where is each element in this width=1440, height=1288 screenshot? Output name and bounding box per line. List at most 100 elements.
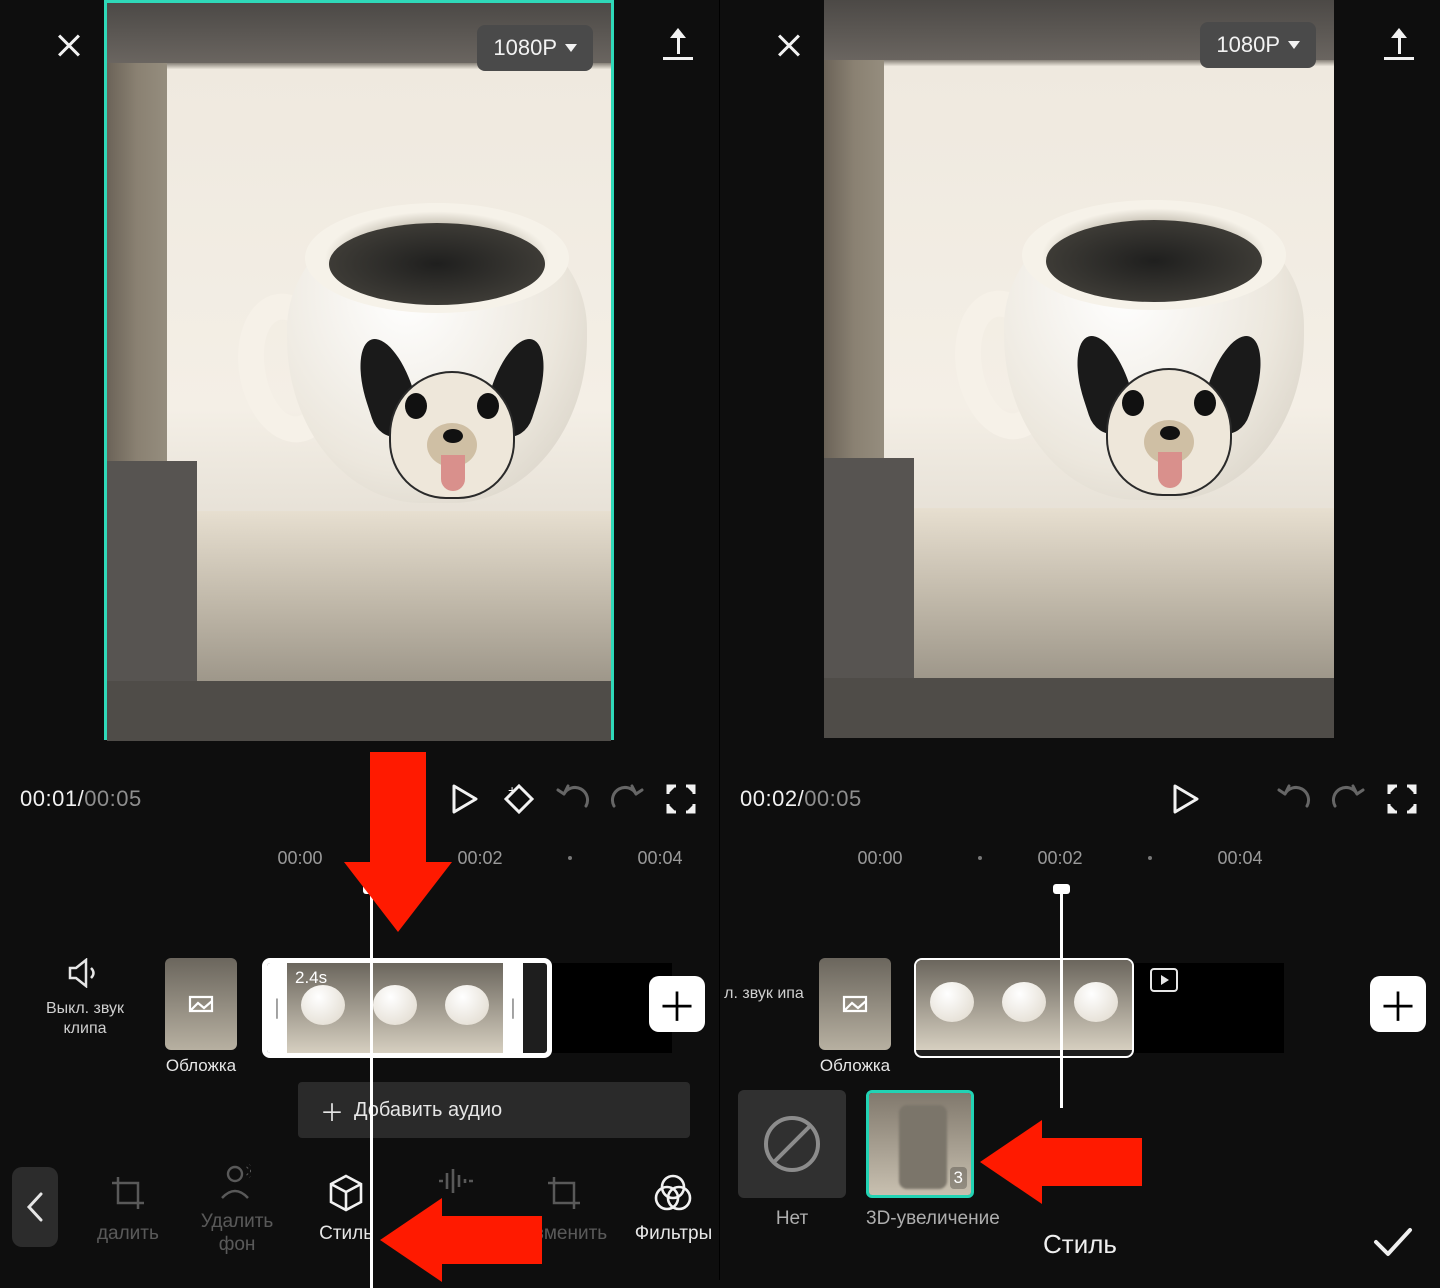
mute-label: Выкл. звук клипа [30, 999, 140, 1039]
transport-bar: 00:02/00:05 [720, 764, 1440, 834]
time-current: 00:02 [740, 786, 798, 812]
transition-button[interactable] [1150, 968, 1178, 992]
clip-strip[interactable] [914, 958, 1134, 1058]
clip-right-handle[interactable]: 丨 [503, 963, 523, 1053]
cover-thumb [819, 958, 891, 1050]
check-icon [1372, 1226, 1414, 1258]
person-sparkle-icon [191, 1157, 282, 1205]
tool-label: далить [82, 1223, 173, 1246]
tool-filters[interactable]: Фильтры [628, 1169, 719, 1246]
resolution-dropdown[interactable]: 1080P [477, 25, 593, 71]
preview-canvas: 1080P [107, 3, 611, 741]
video-preview[interactable]: 1080P [824, 0, 1334, 740]
timecode: 00:01/00:05 [20, 786, 142, 812]
panel-title: Стиль [1043, 1229, 1117, 1260]
resolution-label: 1080P [493, 35, 557, 61]
cover-thumb [165, 958, 237, 1050]
cup-illustration [944, 170, 1304, 530]
play-button[interactable] [1168, 781, 1204, 817]
annotation-arrow-left [980, 1120, 1142, 1204]
play-button[interactable] [447, 781, 483, 817]
svg-text:+: + [508, 782, 516, 798]
clip-toolbar: далить Удалить фон Стиль Измен. звук Изм… [0, 1134, 719, 1280]
preview-canvas: 1080P [824, 0, 1334, 738]
ban-icon [761, 1113, 823, 1175]
cover-button[interactable]: Обложка [806, 958, 904, 1076]
chevron-left-icon [25, 1192, 45, 1222]
clip-thumbs [916, 960, 1132, 1056]
resolution-label: 1080P [1216, 32, 1280, 58]
tool-label: Фильтры [628, 1223, 719, 1246]
tool-label: Удалить фон [191, 1211, 282, 1257]
redo-button[interactable] [1330, 781, 1366, 817]
time-duration: 00:05 [84, 786, 142, 812]
ruler-dot [568, 856, 572, 860]
timeline[interactable]: л. звук ипа Обложка ＋ [720, 948, 1440, 1088]
time-duration: 00:05 [804, 786, 862, 812]
close-button[interactable] [26, 0, 86, 90]
playhead[interactable] [370, 894, 373, 1288]
tool-label: Стиль [301, 1223, 392, 1246]
cover-label: Обложка [152, 1056, 250, 1076]
speaker-icon [68, 958, 102, 993]
cover-label: Обложка [806, 1056, 904, 1076]
redo-button[interactable] [609, 781, 645, 817]
cover-button[interactable]: Обложка [152, 958, 250, 1076]
transport-bar: 00:01/00:05 + [0, 764, 719, 834]
annotation-arrow-left [380, 1198, 542, 1282]
clip-left-handle[interactable]: 丨 [267, 963, 287, 1053]
tool-remove-bg[interactable]: Удалить фон [191, 1157, 282, 1257]
top-right-controls [663, 30, 693, 60]
add-audio-label: Добавить аудио [354, 1099, 502, 1122]
tool-delete[interactable]: далить [82, 1169, 173, 1246]
export-icon[interactable] [663, 30, 693, 60]
export-icon[interactable] [1384, 30, 1414, 60]
timecode: 00:02/00:05 [740, 786, 862, 812]
fullscreen-button[interactable] [663, 781, 699, 817]
clip-strip-selected[interactable]: 丨 丨 2.4s [262, 958, 552, 1058]
ruler-tick: 00:04 [637, 848, 682, 869]
add-clip-button[interactable]: ＋ [649, 976, 705, 1032]
fullscreen-button[interactable] [1384, 781, 1420, 817]
ruler-dot [1148, 856, 1152, 860]
tool-style[interactable]: Стиль [301, 1169, 392, 1246]
top-right-controls [1384, 30, 1414, 60]
add-audio-button[interactable]: ＋ Добавить аудио [298, 1082, 690, 1138]
cup-illustration [227, 173, 587, 533]
filters-icon [628, 1169, 719, 1217]
clip-duration-tag: 2.4s [295, 968, 327, 988]
style-tag: 3 [950, 1167, 967, 1189]
keyframe-button[interactable]: + [501, 781, 537, 817]
video-preview-selected[interactable]: 1080P [104, 0, 614, 740]
ruler-tick: 00:02 [457, 848, 502, 869]
cube-icon [301, 1169, 392, 1217]
time-ruler[interactable]: 00:00 00:02 00:04 [720, 840, 1440, 882]
mute-label: л. звук ипа [722, 984, 806, 1004]
annotation-arrow-down [370, 752, 452, 932]
toolbar-back-button[interactable] [12, 1167, 58, 1247]
ruler-dot [978, 856, 982, 860]
chevron-down-icon [565, 44, 577, 52]
close-button[interactable] [746, 0, 806, 90]
style-thumb-selected: 3 [866, 1090, 974, 1198]
ruler-tick: 00:04 [1217, 848, 1262, 869]
timeline[interactable]: Выкл. звук клипа Обложка 丨 丨 2.4s ＋ [0, 948, 719, 1088]
mute-clip-button[interactable]: л. звук ипа [722, 958, 806, 1004]
confirm-button[interactable] [1372, 1226, 1414, 1263]
ruler-tick: 00:00 [277, 848, 322, 869]
time-current: 00:01 [20, 786, 78, 812]
undo-button[interactable] [555, 781, 591, 817]
undo-button[interactable] [1276, 781, 1312, 817]
editor-pane-clip-selected: 1080P 00:01/00:05 + 00:00 00:02 [0, 0, 720, 1280]
ruler-tick: 00:02 [1037, 848, 1082, 869]
mute-clip-button[interactable]: Выкл. звук клипа [30, 958, 140, 1039]
ruler-tick: 00:00 [857, 848, 902, 869]
editor-pane-style-picker: 1080P 00:02/00:05 00:00 00:02 00:04 [720, 0, 1440, 1280]
crop-icon [82, 1169, 173, 1217]
resolution-dropdown[interactable]: 1080P [1200, 22, 1316, 68]
playhead[interactable] [1060, 894, 1063, 1108]
chevron-down-icon [1288, 41, 1300, 49]
add-clip-button[interactable]: ＋ [1370, 976, 1426, 1032]
none-thumb [738, 1090, 846, 1198]
plus-icon: ＋ [320, 1093, 344, 1128]
